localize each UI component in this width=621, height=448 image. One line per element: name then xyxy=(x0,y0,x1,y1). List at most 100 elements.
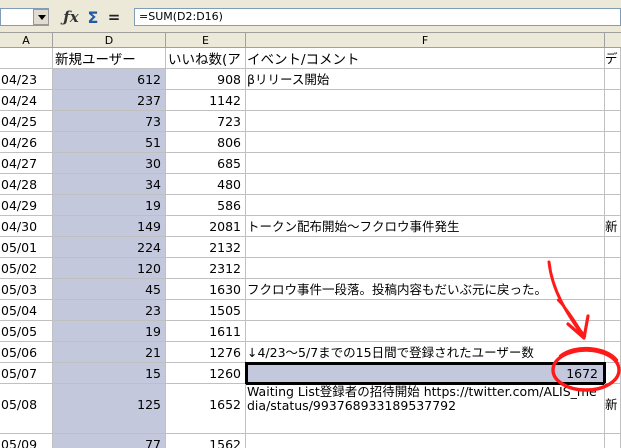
new-users-cell[interactable]: 612 xyxy=(53,69,166,90)
selected-sum-cell[interactable]: 1672 xyxy=(245,362,606,385)
likes-cell[interactable]: 1260 xyxy=(166,363,246,384)
likes-cell[interactable]: 2132 xyxy=(166,237,246,258)
cell-g[interactable] xyxy=(605,132,621,153)
header-new-users[interactable]: 新規ユーザー xyxy=(53,48,166,69)
event-comment-cell[interactable] xyxy=(246,153,605,174)
event-comment-cell[interactable] xyxy=(246,237,605,258)
new-users-cell[interactable]: 125 xyxy=(53,384,166,434)
cell-g[interactable] xyxy=(605,434,621,448)
date-cell[interactable]: 04/25 xyxy=(0,111,53,132)
cell-g[interactable] xyxy=(605,153,621,174)
new-users-cell[interactable]: 21 xyxy=(53,342,166,363)
function-wizard-icon[interactable]: ƒx xyxy=(60,8,82,26)
likes-cell[interactable]: 586 xyxy=(166,195,246,216)
event-comment-cell[interactable] xyxy=(246,90,605,111)
new-users-cell[interactable]: 19 xyxy=(53,321,166,342)
date-cell[interactable]: 04/26 xyxy=(0,132,53,153)
cell-g[interactable]: 新 xyxy=(605,384,621,434)
new-users-cell[interactable]: 45 xyxy=(53,279,166,300)
cell-g[interactable]: 新 xyxy=(605,216,621,237)
new-users-cell[interactable]: 23 xyxy=(53,300,166,321)
event-comment-cell[interactable] xyxy=(246,434,605,448)
new-users-cell[interactable]: 77 xyxy=(53,434,166,448)
date-cell[interactable]: 05/01 xyxy=(0,237,53,258)
likes-cell[interactable]: 806 xyxy=(166,132,246,153)
cell-g[interactable] xyxy=(605,195,621,216)
likes-cell[interactable]: 1142 xyxy=(166,90,246,111)
column-header-f[interactable]: F xyxy=(246,33,605,48)
cell-g[interactable] xyxy=(605,69,621,90)
date-cell[interactable]: 05/04 xyxy=(0,300,53,321)
event-comment-cell[interactable]: フクロウ事件一段落。投稿内容もだいぶ元に戻った。 xyxy=(246,279,605,300)
header-events[interactable]: イベント/コメント xyxy=(246,48,605,69)
date-cell[interactable]: 05/02 xyxy=(0,258,53,279)
cell-g[interactable] xyxy=(605,342,621,363)
new-users-cell[interactable]: 120 xyxy=(53,258,166,279)
new-users-cell[interactable]: 149 xyxy=(53,216,166,237)
date-cell[interactable]: 05/06 xyxy=(0,342,53,363)
event-comment-cell[interactable] xyxy=(246,132,605,153)
likes-cell[interactable]: 908 xyxy=(166,69,246,90)
chevron-down-icon[interactable] xyxy=(33,9,49,25)
likes-cell[interactable]: 2081 xyxy=(166,216,246,237)
new-users-cell[interactable]: 224 xyxy=(53,237,166,258)
date-cell[interactable]: 05/03 xyxy=(0,279,53,300)
date-cell[interactable]: 05/07 xyxy=(0,363,53,384)
new-users-cell[interactable]: 30 xyxy=(53,153,166,174)
event-comment-cell[interactable] xyxy=(246,258,605,279)
event-comment-cell[interactable] xyxy=(246,321,605,342)
new-users-cell[interactable]: 73 xyxy=(53,111,166,132)
likes-cell[interactable]: 1630 xyxy=(166,279,246,300)
date-cell[interactable]: 04/29 xyxy=(0,195,53,216)
sum-icon[interactable]: Σ xyxy=(84,8,102,27)
likes-cell[interactable]: 723 xyxy=(166,111,246,132)
event-comment-cell[interactable] xyxy=(246,174,605,195)
date-cell[interactable]: 05/05 xyxy=(0,321,53,342)
date-cell[interactable]: 05/09 xyxy=(0,434,53,448)
date-cell[interactable]: 04/23 xyxy=(0,69,53,90)
event-comment-cell[interactable]: トークン配布開始～フクロウ事件発生 xyxy=(246,216,605,237)
likes-cell[interactable]: 685 xyxy=(166,153,246,174)
date-cell[interactable]: 04/30 xyxy=(0,216,53,237)
header-likes[interactable]: いいね数(ア xyxy=(166,48,246,69)
cell-g[interactable] xyxy=(605,300,621,321)
event-comment-cell[interactable]: βリリース開始 xyxy=(246,69,605,90)
column-header-a[interactable]: A xyxy=(0,33,53,48)
cell-g[interactable] xyxy=(605,174,621,195)
likes-cell[interactable]: 1505 xyxy=(166,300,246,321)
event-comment-cell[interactable] xyxy=(246,111,605,132)
cell-g[interactable] xyxy=(605,363,621,384)
column-header-g[interactable] xyxy=(605,33,621,48)
event-comment-cell[interactable] xyxy=(246,300,605,321)
likes-cell[interactable]: 1652 xyxy=(166,384,246,434)
new-users-cell[interactable]: 19 xyxy=(53,195,166,216)
new-users-cell[interactable]: 51 xyxy=(53,132,166,153)
column-header-e[interactable]: E xyxy=(166,33,246,48)
event-comment-cell[interactable]: ↓4/23～5/7までの15日間で登録されたユーザー数 xyxy=(246,342,605,363)
date-cell[interactable]: 04/27 xyxy=(0,153,53,174)
column-header-d[interactable]: D xyxy=(53,33,166,48)
header-g[interactable]: デ xyxy=(605,48,621,69)
likes-cell[interactable]: 2312 xyxy=(166,258,246,279)
likes-cell[interactable]: 1562 xyxy=(166,434,246,448)
cell-g[interactable] xyxy=(605,279,621,300)
cell-a1[interactable] xyxy=(0,48,53,69)
cell-g[interactable] xyxy=(605,237,621,258)
cell-g[interactable] xyxy=(605,111,621,132)
cell-g[interactable] xyxy=(605,90,621,111)
date-cell[interactable]: 04/28 xyxy=(0,174,53,195)
equals-icon[interactable]: = xyxy=(106,8,122,26)
cell-g[interactable] xyxy=(605,258,621,279)
cell-g[interactable] xyxy=(605,321,621,342)
likes-cell[interactable]: 1276 xyxy=(166,342,246,363)
event-comment-cell[interactable]: Waiting List登録者の招待開始 https://twitter.com… xyxy=(246,384,605,434)
date-cell[interactable]: 05/08 xyxy=(0,384,53,434)
new-users-cell[interactable]: 15 xyxy=(53,363,166,384)
formula-input[interactable]: =SUM(D2:D16) xyxy=(134,8,621,26)
date-cell[interactable]: 04/24 xyxy=(0,90,53,111)
likes-cell[interactable]: 480 xyxy=(166,174,246,195)
new-users-cell[interactable]: 237 xyxy=(53,90,166,111)
likes-cell[interactable]: 1611 xyxy=(166,321,246,342)
event-comment-cell[interactable] xyxy=(246,195,605,216)
new-users-cell[interactable]: 34 xyxy=(53,174,166,195)
